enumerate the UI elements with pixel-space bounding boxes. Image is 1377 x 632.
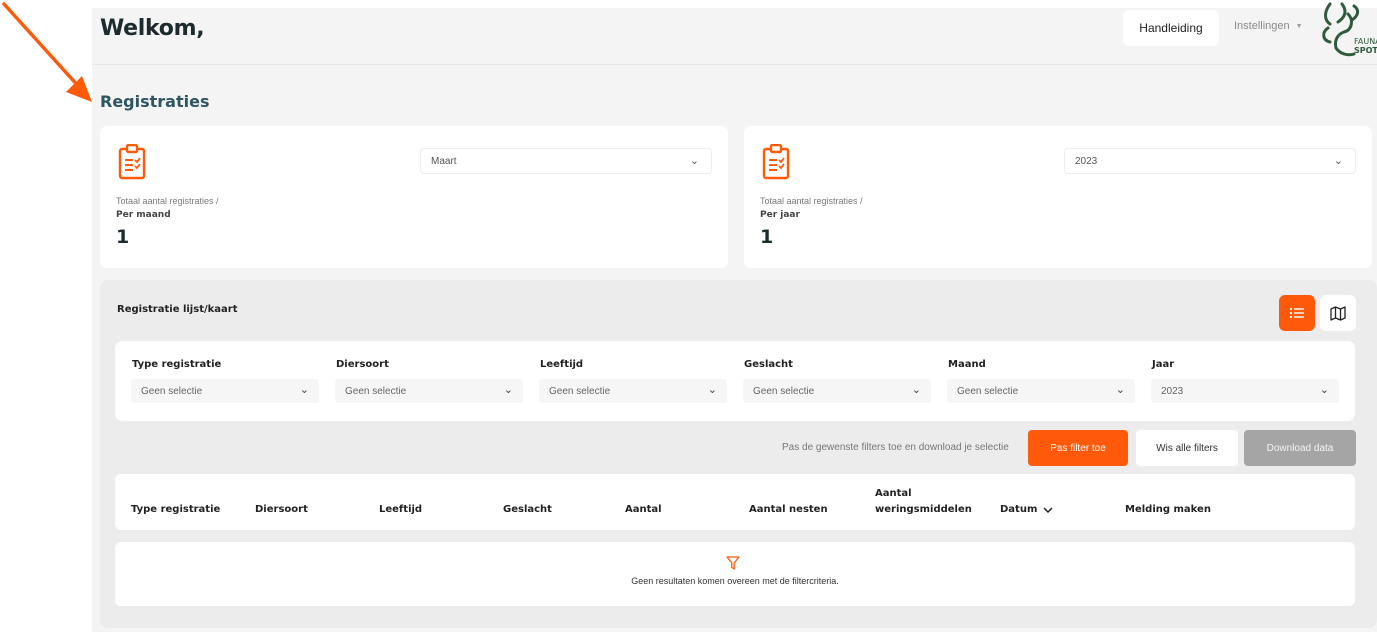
chevron-down-icon: ⌄: [1115, 384, 1125, 396]
chevron-down-icon: ⌄: [689, 155, 699, 167]
column-header-amount[interactable]: Aantal: [625, 503, 662, 516]
welcome-heading: Welkom,: [100, 16, 205, 41]
card-label: Totaal aantal registraties /: [760, 196, 863, 206]
empty-message: Geen resultaten komen overeen met de fil…: [631, 576, 839, 586]
year-select-value: 2023: [1075, 155, 1098, 167]
column-header-deterrents-line2: weringsmiddelen: [875, 504, 972, 515]
header-divider: [92, 64, 1377, 65]
card-sublabel: Per jaar: [760, 210, 800, 220]
card-value: 1: [116, 226, 130, 248]
logo-text-spot: SPOT: [1354, 46, 1377, 55]
column-header-deterrents[interactable]: Aantal weringsmiddelen: [875, 487, 972, 516]
manual-button[interactable]: Handleiding: [1123, 10, 1219, 46]
filter-value: Geen selectie: [141, 385, 203, 397]
year-select[interactable]: 2023 ⌄: [1064, 148, 1356, 174]
filter-icon: [726, 556, 740, 570]
clipboard-icon: [118, 144, 146, 180]
empty-state: Geen resultaten komen overeen met de fil…: [115, 542, 1355, 606]
chevron-down-icon: ⌄: [1319, 384, 1329, 396]
filter-select-year[interactable]: 2023 ⌄: [1151, 379, 1339, 403]
logo-text-fauna: FAUNA: [1354, 37, 1377, 46]
registration-panel: Registratie lijst/kaart Type registratie…: [100, 280, 1377, 628]
list-icon: [1290, 308, 1304, 318]
apply-filter-button[interactable]: Pas filter toe: [1028, 430, 1128, 466]
chevron-down-icon: ⌄: [911, 384, 921, 396]
filter-label-month: Maand: [948, 359, 986, 370]
panel-title: Registratie lijst/kaart: [117, 304, 238, 315]
table-header: Type registratie Diersoort Leeftijd Gesl…: [115, 474, 1355, 530]
filter-label-species: Diersoort: [336, 359, 389, 370]
column-header-date[interactable]: Datum: [1000, 503, 1053, 516]
list-view-button[interactable]: [1279, 295, 1315, 331]
download-data-button[interactable]: Download data: [1244, 430, 1356, 466]
map-icon: [1330, 305, 1346, 321]
chevron-down-icon: ⌄: [503, 384, 513, 396]
month-select-value: Maart: [431, 155, 457, 167]
filter-label-year: Jaar: [1152, 359, 1175, 370]
settings-label: Instellingen: [1234, 20, 1290, 32]
column-header-sex[interactable]: Geslacht: [503, 503, 552, 516]
column-header-report[interactable]: Melding maken: [1125, 503, 1211, 516]
caret-down-icon: ▼: [1295, 22, 1303, 30]
month-select[interactable]: Maart ⌄: [420, 148, 712, 174]
arrow-annotation-icon: [2, 2, 92, 102]
map-view-button[interactable]: [1320, 295, 1356, 331]
filter-select-type[interactable]: Geen selectie ⌄: [131, 379, 319, 403]
column-header-species[interactable]: Diersoort: [255, 503, 308, 516]
filter-label-age: Leeftijd: [540, 359, 584, 370]
column-header-nests[interactable]: Aantal nesten: [749, 503, 828, 516]
clear-filters-button[interactable]: Wis alle filters: [1136, 430, 1238, 466]
chevron-down-icon: ⌄: [299, 384, 309, 396]
chevron-down-icon: ⌄: [707, 384, 717, 396]
settings-menu[interactable]: Instellingen ▼: [1234, 20, 1303, 32]
filter-box: Type registratie Geen selectie ⌄ Diersoo…: [115, 341, 1355, 421]
section-title: Registraties: [100, 92, 210, 111]
faunaspot-logo[interactable]: FAUNA SPOT: [1314, 2, 1377, 62]
filter-value: 2023: [1161, 385, 1184, 397]
app-page: Welkom, Handleiding Instellingen ▼ FAUNA…: [92, 2, 1377, 632]
column-header-age[interactable]: Leeftijd: [379, 503, 422, 516]
column-header-date-label: Datum: [1000, 504, 1038, 515]
card-sublabel: Per maand: [116, 210, 171, 220]
filter-value: Geen selectie: [549, 385, 611, 397]
column-header-deterrents-line1: Aantal: [875, 488, 912, 499]
filter-value: Geen selectie: [753, 385, 815, 397]
column-header-type[interactable]: Type registratie: [131, 503, 220, 516]
filter-label-type: Type registratie: [132, 359, 222, 370]
filter-label-sex: Geslacht: [744, 359, 793, 370]
card-value: 1: [760, 226, 774, 248]
filter-select-species[interactable]: Geen selectie ⌄: [335, 379, 523, 403]
filter-select-age[interactable]: Geen selectie ⌄: [539, 379, 727, 403]
clipboard-icon: [762, 144, 790, 180]
filter-select-sex[interactable]: Geen selectie ⌄: [743, 379, 931, 403]
chevron-down-icon: ⌄: [1333, 155, 1343, 167]
stats-card-year: 2023 ⌄ Totaal aantal registraties / Per …: [744, 126, 1372, 268]
filter-value: Geen selectie: [345, 385, 407, 397]
filter-hint: Pas de gewenste filters toe en download …: [782, 442, 1009, 453]
filter-select-month[interactable]: Geen selectie ⌄: [947, 379, 1135, 403]
filter-value: Geen selectie: [957, 385, 1019, 397]
stats-card-month: Maart ⌄ Totaal aantal registraties / Per…: [100, 126, 728, 268]
chevron-down-icon: [1043, 506, 1053, 513]
card-label: Totaal aantal registraties /: [116, 196, 219, 206]
